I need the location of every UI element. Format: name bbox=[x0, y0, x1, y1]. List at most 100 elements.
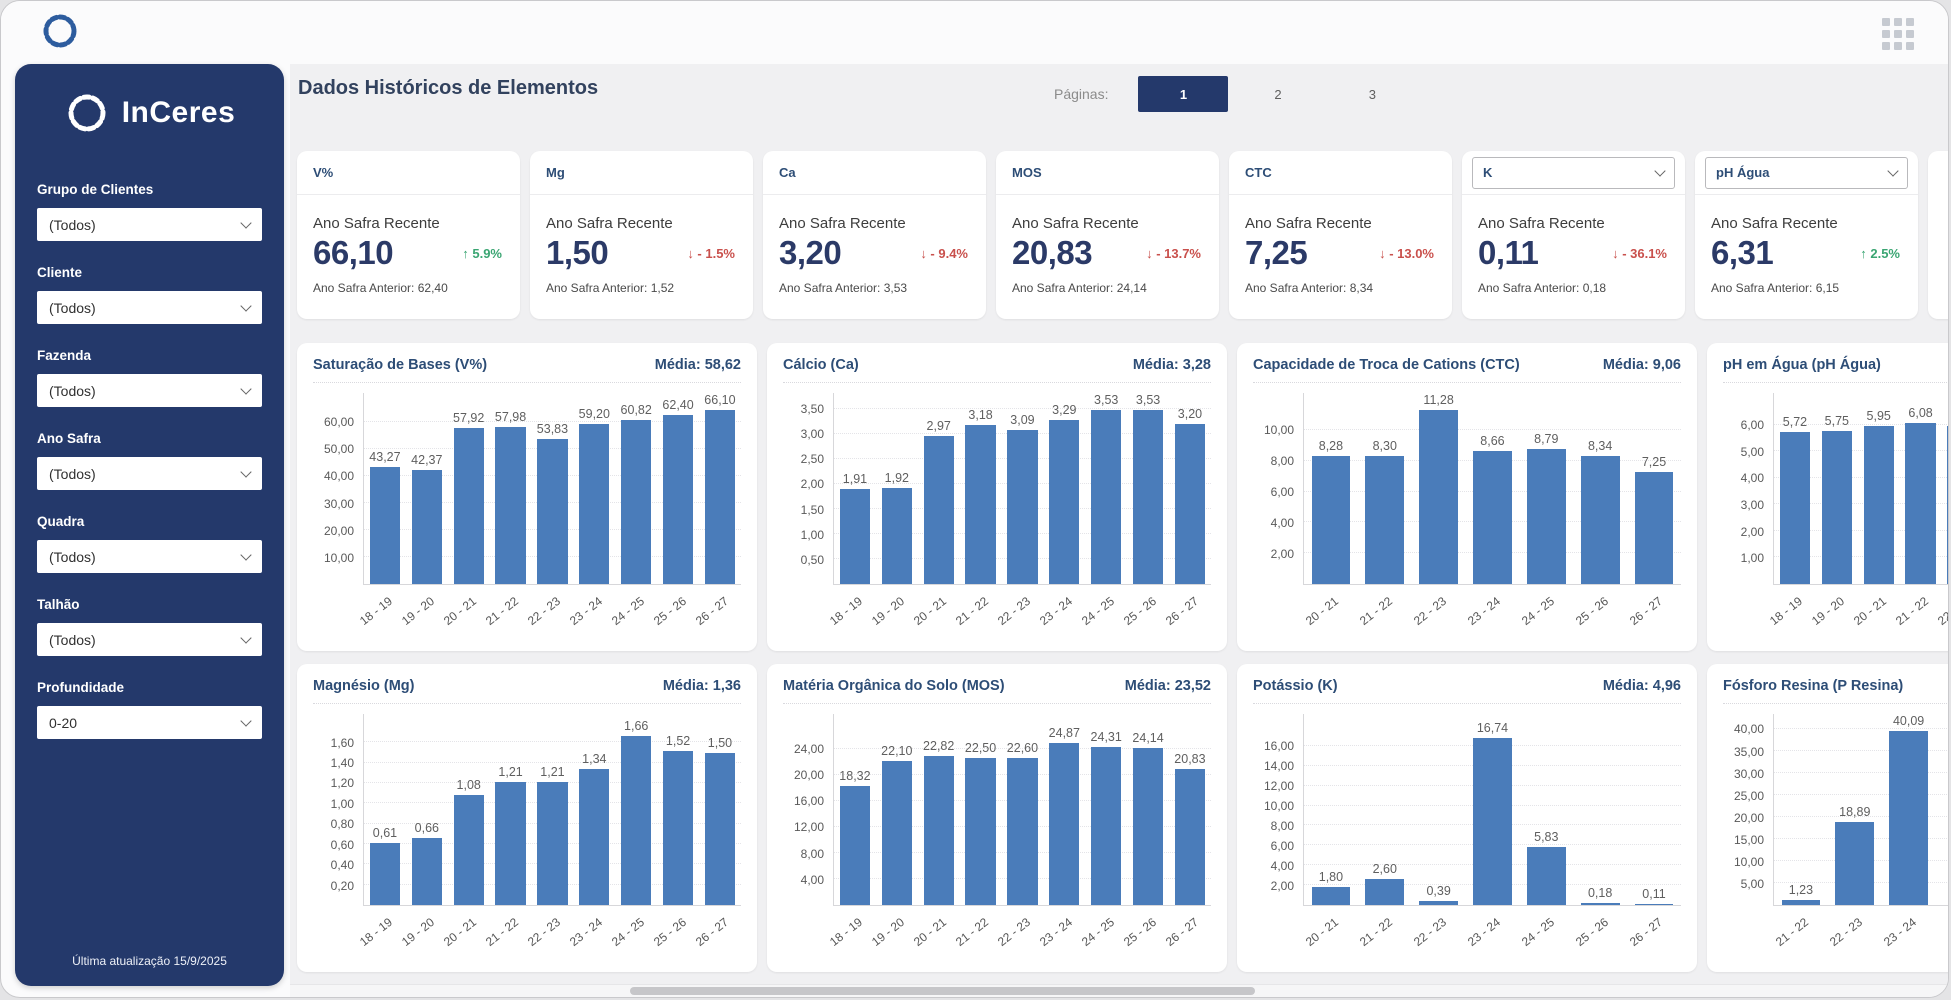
bar-26-27[interactable] bbox=[705, 753, 735, 905]
filter-select-quadra[interactable]: (Todos) bbox=[37, 540, 262, 573]
bar-21-22[interactable] bbox=[965, 425, 995, 584]
bar-18-19[interactable] bbox=[840, 786, 870, 905]
bar-20-21[interactable] bbox=[1312, 887, 1351, 905]
kpi-metric-label: MOS bbox=[1012, 165, 1042, 180]
chart-average-label: Média: 1,36 bbox=[663, 678, 741, 694]
x-tick-label: 24 - 25 bbox=[609, 594, 647, 628]
horizontal-scrollbar[interactable] bbox=[290, 984, 1948, 997]
bar-19-20[interactable] bbox=[882, 488, 912, 584]
bar-22-23[interactable] bbox=[1835, 822, 1874, 905]
bar-18-19[interactable] bbox=[370, 843, 400, 905]
scrollbar-thumb[interactable] bbox=[630, 987, 1255, 995]
kpi-card-v: V% Ano Safra Recente 66,10 ↑ 5.9% Ano Sa… bbox=[297, 151, 520, 319]
bar-25-26[interactable] bbox=[1581, 456, 1620, 584]
bar-18-19[interactable] bbox=[370, 467, 400, 584]
bar-18-19[interactable] bbox=[840, 489, 870, 585]
bar-23-24[interactable] bbox=[579, 769, 609, 905]
filter-select-talhao[interactable]: (Todos) bbox=[37, 623, 262, 656]
bar-22-23[interactable] bbox=[1007, 430, 1037, 585]
y-tick-label: 40,00 bbox=[324, 469, 354, 483]
bar-value-label: 59,20 bbox=[579, 407, 610, 421]
kpi-metric-label: Ca bbox=[779, 165, 796, 180]
bar-19-20[interactable] bbox=[882, 761, 912, 905]
bar-21-22[interactable] bbox=[1365, 456, 1404, 584]
x-tick-label: 23 - 24 bbox=[567, 594, 605, 628]
bar-25-26[interactable] bbox=[1133, 410, 1163, 584]
bar-24-25[interactable] bbox=[1527, 449, 1566, 584]
kpi-value: 20,83 bbox=[1012, 234, 1092, 272]
y-tick-label: 0,60 bbox=[331, 838, 354, 852]
bar-24-25[interactable] bbox=[1527, 847, 1566, 905]
bar-20-21[interactable] bbox=[924, 756, 954, 905]
bar-26-27[interactable] bbox=[1175, 424, 1205, 584]
bar-23-24[interactable] bbox=[1049, 420, 1079, 585]
bar-26-27[interactable] bbox=[705, 410, 735, 584]
x-tick-label: 23 - 24 bbox=[1465, 915, 1503, 949]
bar-21-22[interactable] bbox=[495, 427, 525, 584]
bar-22-23[interactable] bbox=[537, 782, 567, 905]
bar-24-25[interactable] bbox=[621, 736, 651, 905]
filter-select-grupo-de-clientes[interactable]: (Todos) bbox=[37, 208, 262, 241]
y-tick-label: 1,00 bbox=[801, 528, 824, 542]
filter-label-fazenda: Fazenda bbox=[37, 348, 262, 363]
bar-19-20[interactable] bbox=[412, 838, 442, 905]
bar-21-22[interactable] bbox=[495, 782, 525, 905]
bar-18-19[interactable] bbox=[1780, 432, 1810, 584]
bar-22-23[interactable] bbox=[1419, 410, 1458, 584]
chart-header: Fósforo Resina (P Resina) bbox=[1723, 678, 1949, 704]
bar-23-24[interactable] bbox=[579, 424, 609, 584]
kpi-recent-label: Ano Safra Recente bbox=[1478, 215, 1669, 232]
y-tick-label: 0,40 bbox=[331, 858, 354, 872]
bar-19-20[interactable] bbox=[1822, 431, 1852, 584]
bar-20-21[interactable] bbox=[454, 795, 484, 905]
kpi-metric-select-ph-agua[interactable]: pH Água bbox=[1705, 157, 1908, 189]
bar-21-22[interactable] bbox=[1365, 879, 1404, 905]
x-tick-label: 20 - 21 bbox=[441, 915, 479, 949]
filter-value: 0-20 bbox=[49, 715, 77, 731]
bar-23-24[interactable] bbox=[1473, 451, 1512, 584]
apps-grid-icon[interactable] bbox=[1882, 18, 1916, 52]
bar-26-27[interactable] bbox=[1175, 769, 1205, 905]
bar-20-21[interactable] bbox=[454, 428, 484, 584]
filter-select-cliente[interactable]: (Todos) bbox=[37, 291, 262, 324]
bar-24-25[interactable] bbox=[1091, 410, 1121, 584]
y-tick-label: 35,00 bbox=[1734, 745, 1764, 759]
page-button-2[interactable]: 2 bbox=[1233, 76, 1323, 112]
bar-23-24[interactable] bbox=[1889, 731, 1928, 905]
bar-23-24[interactable] bbox=[1049, 743, 1079, 905]
bar-25-26[interactable] bbox=[663, 751, 693, 905]
bar-20-21[interactable] bbox=[924, 436, 954, 584]
kpi-metric-label: pH Água bbox=[1716, 165, 1769, 180]
page-button-3[interactable]: 3 bbox=[1327, 76, 1417, 112]
bar-22-23[interactable] bbox=[1419, 901, 1458, 905]
bar-24-25[interactable] bbox=[1091, 747, 1121, 905]
bar-21-22[interactable] bbox=[965, 758, 995, 905]
bar-22-23[interactable] bbox=[1947, 426, 1949, 584]
bar-20-21[interactable] bbox=[1864, 426, 1894, 584]
kpi-header: pH Água bbox=[1695, 151, 1918, 195]
kpi-metric-select-k[interactable]: K bbox=[1472, 157, 1675, 189]
bar-value-label: 3,18 bbox=[968, 408, 992, 422]
y-tick-label: 4,00 bbox=[1741, 471, 1764, 485]
bar-22-23[interactable] bbox=[1007, 758, 1037, 905]
bar-24-25[interactable] bbox=[621, 420, 651, 584]
bar-19-20[interactable] bbox=[412, 470, 442, 584]
bar-21-22[interactable] bbox=[1905, 423, 1935, 584]
bar-25-26[interactable] bbox=[1581, 903, 1620, 905]
bar-26-27[interactable] bbox=[1635, 472, 1674, 584]
x-tick-label: 22 - 23 bbox=[995, 594, 1033, 628]
bar-22-23[interactable] bbox=[537, 439, 567, 584]
bar-25-26[interactable] bbox=[1133, 748, 1163, 905]
filter-select-ano-safra[interactable]: (Todos) bbox=[37, 457, 262, 490]
bar-26-27[interactable] bbox=[1635, 904, 1674, 905]
x-tick-label: 20 - 21 bbox=[911, 915, 949, 949]
filter-select-fazenda[interactable]: (Todos) bbox=[37, 374, 262, 407]
filter-select-profundidade[interactable]: 0-20 bbox=[37, 706, 262, 739]
bar-20-21[interactable] bbox=[1312, 456, 1351, 584]
bar-25-26[interactable] bbox=[663, 415, 693, 584]
y-tick-label: 2,00 bbox=[1271, 879, 1294, 893]
bar-21-22[interactable] bbox=[1782, 900, 1821, 905]
x-tick-label: 21 - 22 bbox=[1893, 594, 1931, 628]
bar-23-24[interactable] bbox=[1473, 738, 1512, 905]
page-button-1[interactable]: 1 bbox=[1138, 76, 1228, 112]
